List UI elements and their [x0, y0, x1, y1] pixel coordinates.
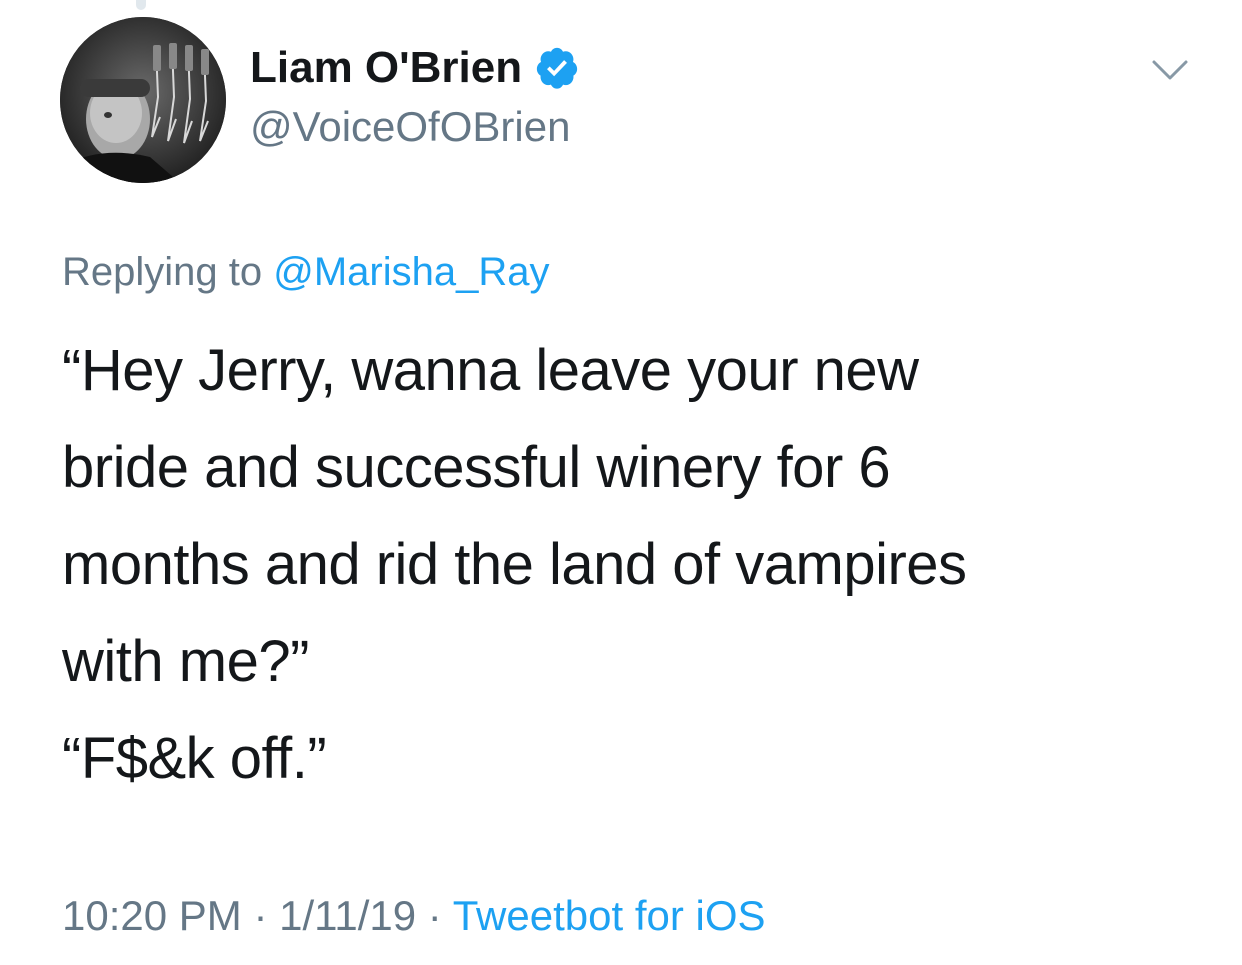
reply-mention-link[interactable]: @Marisha_Ray — [273, 250, 549, 294]
tweet-time[interactable]: 10:20 PM — [62, 892, 242, 939]
chevron-down-icon[interactable] — [1150, 56, 1190, 86]
tweet-meta: 10:20 PM · 1/11/19 · Tweetbot for iOS — [62, 888, 766, 944]
author-name-row[interactable]: Liam O'Brien — [250, 40, 580, 96]
tweet-date[interactable]: 1/11/19 — [279, 892, 416, 939]
tweet-paragraph: “F$&k off.” — [62, 726, 327, 791]
tweet-source-link[interactable]: Tweetbot for iOS — [453, 892, 766, 939]
meta-separator: · — [416, 892, 453, 939]
tweet-paragraph: “Hey Jerry, wanna leave your new bride a… — [62, 338, 967, 694]
replying-to: Replying to @Marisha_Ray — [62, 246, 549, 298]
tweet-card: Liam O'Brien @VoiceOfOBrien Replying to … — [0, 0, 1242, 965]
tweet-text: “Hey Jerry, wanna leave your new bride a… — [62, 322, 1202, 807]
thread-connector — [136, 0, 146, 10]
author-handle[interactable]: @VoiceOfOBrien — [250, 100, 570, 154]
verified-badge-icon — [534, 45, 580, 91]
avatar[interactable] — [60, 17, 226, 183]
display-name[interactable]: Liam O'Brien — [250, 40, 522, 96]
avatar-image — [60, 17, 226, 183]
replying-to-label: Replying to — [62, 250, 274, 294]
meta-separator: · — [241, 892, 280, 939]
